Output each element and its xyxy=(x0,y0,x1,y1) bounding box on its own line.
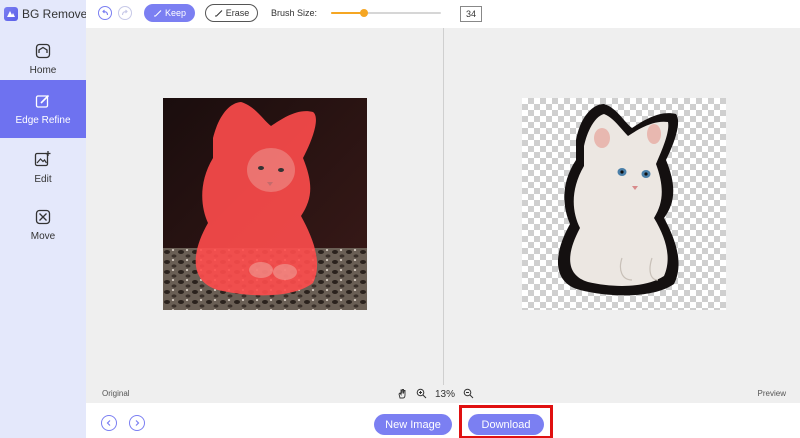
preview-label: Preview xyxy=(757,389,786,398)
toolbar: Keep Erase Brush Size: 34 xyxy=(86,0,800,28)
sidebar-item-edit[interactable]: Edit xyxy=(0,138,86,196)
zoom-level: 13% xyxy=(435,388,456,400)
erase-label: Erase xyxy=(225,8,250,18)
keep-button[interactable]: Keep xyxy=(144,4,195,22)
eraser-icon xyxy=(214,9,223,17)
status-bar: Original 13% Preview xyxy=(86,385,800,403)
canvas-area xyxy=(86,28,800,385)
next-button[interactable] xyxy=(129,415,145,431)
bottom-bar: New Image Download xyxy=(86,403,800,438)
keep-label: Keep xyxy=(164,8,187,18)
app-brand: BG Remover xyxy=(4,6,91,22)
zoom-out-icon[interactable] xyxy=(463,388,474,401)
undo-icon xyxy=(102,9,109,16)
split-divider xyxy=(443,28,444,385)
edit-image-icon xyxy=(34,150,52,168)
sidebar-item-label: Move xyxy=(30,230,56,242)
previous-button[interactable] xyxy=(101,415,117,431)
original-label: Original xyxy=(102,389,130,398)
new-image-button[interactable]: New Image xyxy=(374,414,452,435)
hand-tool-icon[interactable] xyxy=(397,388,408,401)
brush-size-slider[interactable] xyxy=(331,9,441,17)
redo-button[interactable] xyxy=(118,6,132,20)
undo-button[interactable] xyxy=(98,6,112,20)
app-logo-icon xyxy=(4,7,18,21)
sidebar-item-label: Edit xyxy=(34,173,52,185)
chevron-right-icon xyxy=(135,420,140,426)
zoom-in-icon[interactable] xyxy=(416,388,427,401)
brush-keep-icon xyxy=(153,9,162,17)
sidebar-item-edge-refine[interactable]: Edge Refine xyxy=(0,80,86,138)
slider-thumb[interactable] xyxy=(360,9,368,17)
download-button[interactable]: Download xyxy=(468,414,544,435)
redo-icon xyxy=(121,9,128,16)
brush-size-label: Brush Size: xyxy=(271,8,318,18)
sidebar-item-label: Home xyxy=(29,64,57,76)
original-image[interactable] xyxy=(163,98,367,310)
zoom-controls: 13% xyxy=(397,387,474,401)
home-icon xyxy=(35,43,51,59)
erase-button[interactable]: Erase xyxy=(205,4,258,22)
sidebar: BG Remover Home Edge Refine Edit Move xyxy=(0,0,91,438)
edge-refine-icon xyxy=(35,93,51,109)
sidebar-item-move[interactable]: Move xyxy=(0,196,86,254)
preview-image[interactable] xyxy=(522,98,726,310)
app-title: BG Remover xyxy=(22,7,92,21)
chevron-left-icon xyxy=(106,420,111,426)
sidebar-item-label: Edge Refine xyxy=(15,114,71,126)
brush-size-value[interactable]: 34 xyxy=(460,6,482,22)
move-icon xyxy=(35,209,51,225)
